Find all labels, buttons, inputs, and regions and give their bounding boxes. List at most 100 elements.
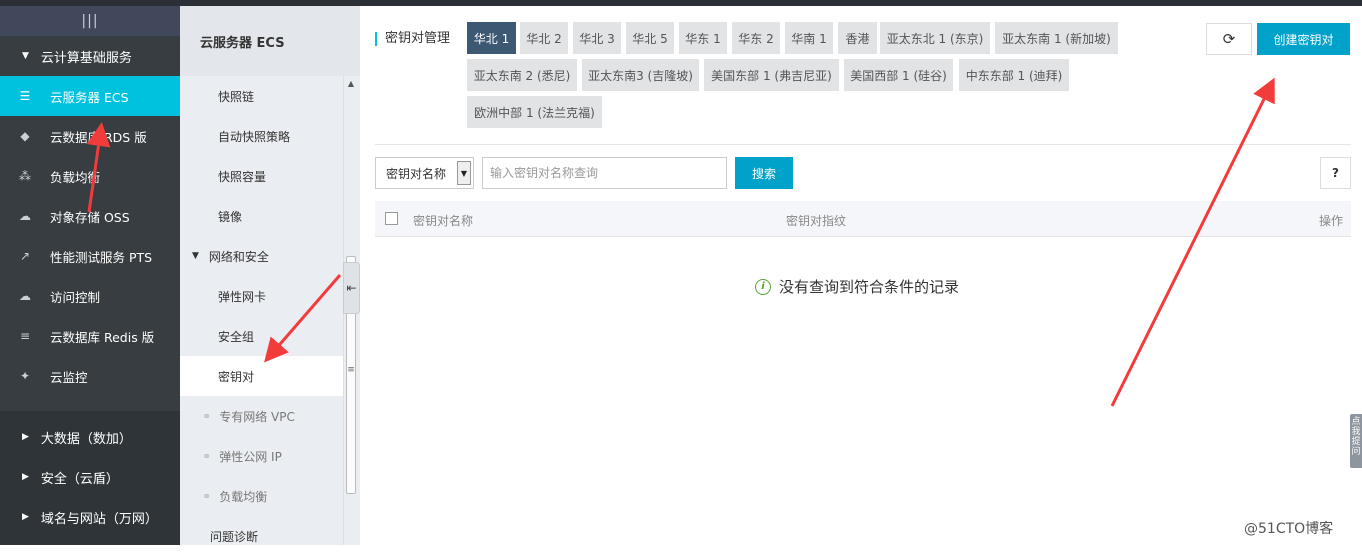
region-tab[interactable]: 华东 1	[679, 22, 727, 54]
sidebar-group-label: 大数据（数加）	[40, 431, 132, 447]
sidebar-item-label: 对象存储 OSS	[50, 209, 130, 225]
ecs-subnav: 云服务器 ECS 快照链 自动快照策略 快照容量 镜像 ▼ 网络和安全 弹性网卡…	[180, 6, 360, 545]
subnav-item-key-pair[interactable]: 密钥对	[180, 356, 344, 396]
feedback-tab[interactable]: 点我提问	[1350, 414, 1362, 468]
filter-field-select[interactable]: 密钥对名称 ▼	[375, 157, 474, 189]
subnav-item-security-group[interactable]: 安全组	[180, 316, 344, 356]
sidebar-group-label: 安全（云盾）	[40, 471, 119, 487]
subnav-item-snapshot-capacity[interactable]: 快照容量	[180, 156, 344, 196]
cloud-icon: ☁	[19, 289, 31, 303]
subnav-item-elastic-nic[interactable]: 弹性网卡	[180, 276, 344, 316]
sidebar-item-label: 云服务器 ECS	[50, 89, 129, 105]
caret-down-icon: ▼	[22, 51, 29, 61]
product-sidebar: ||| ▼ 云计算基础服务 ☰ 云服务器 ECS ◆ 云数据库 RDS 版 ⁂ …	[0, 6, 180, 545]
sidebar-item-rds[interactable]: ◆ 云数据库 RDS 版	[0, 116, 180, 156]
subnav-item-auto-snapshot-policy[interactable]: 自动快照策略	[180, 116, 344, 156]
search-input[interactable]	[482, 157, 727, 189]
link-icon: ⚭	[202, 489, 212, 503]
empty-state: i 没有查询到符合条件的记录	[755, 276, 959, 297]
region-tab[interactable]: 欧洲中部 1 (法兰克福)	[467, 96, 602, 128]
scroll-up-arrow-icon[interactable]: ▲	[344, 76, 358, 92]
region-tab[interactable]: 华北 1	[467, 22, 516, 54]
region-tab[interactable]: 亚太东南3 (吉隆坡)	[582, 59, 699, 91]
filter-select-value: 密钥对名称	[386, 166, 447, 181]
sidebar-item-ecs[interactable]: ☰ 云服务器 ECS	[0, 76, 180, 116]
sidebar-item-label: 云监控	[50, 369, 88, 385]
region-tab[interactable]: 华北 3	[573, 22, 621, 54]
subnav-section-label: 网络和安全	[208, 249, 269, 264]
cloud-upload-icon: ☁	[19, 209, 31, 223]
link-icon: ⚭	[202, 449, 212, 463]
subnav-title: 云服务器 ECS	[180, 6, 360, 76]
region-tab[interactable]: 亚太东南 2 (悉尼)	[467, 59, 577, 91]
column-header-fingerprint: 密钥对指纹	[786, 214, 847, 228]
chevron-down-icon[interactable]: ▼	[457, 161, 471, 185]
create-key-pair-button[interactable]: 创建密钥对	[1257, 23, 1350, 55]
collapse-left-icon: ⇤	[346, 281, 357, 295]
database-icon: ◆	[20, 129, 30, 143]
region-tab[interactable]: 华北 5	[626, 22, 674, 54]
stack-icon: ≡	[19, 329, 31, 343]
subnav-item-label: 弹性公网 IP	[219, 449, 282, 464]
sidebar-item-label: 访问控制	[50, 289, 101, 305]
subnav-section-network-security[interactable]: ▼ 网络和安全	[180, 236, 344, 276]
sidebar-item-pts[interactable]: ↗ 性能测试服务 PTS	[0, 236, 180, 276]
subnav-item-label: 专有网络 VPC	[219, 409, 295, 424]
sidebar-item-ram[interactable]: ☁ 访问控制	[0, 276, 180, 316]
sidebar-item-label: 性能测试服务 PTS	[50, 249, 153, 265]
subnav-item-vpc[interactable]: ⚭ 专有网络 VPC	[180, 396, 344, 436]
caret-right-icon: ▶	[22, 432, 29, 442]
region-tab[interactable]: 美国东部 1 (弗吉尼亚)	[704, 59, 839, 91]
region-tab[interactable]: 香港	[838, 22, 877, 54]
monitor-icon: ✦	[19, 369, 31, 383]
region-tab[interactable]: 亚太东南 1 (新加坡)	[995, 22, 1118, 54]
region-tab[interactable]: 亚太东北 1 (东京)	[880, 22, 990, 54]
sidebar-collapse-button[interactable]: |||	[0, 6, 180, 36]
subnav-list: 快照链 自动快照策略 快照容量 镜像 ▼ 网络和安全 弹性网卡 安全组 密钥对 …	[180, 76, 344, 556]
sidebar-item-label: 云数据库 RDS 版	[50, 129, 147, 145]
subnav-item-elastic-ip[interactable]: ⚭ 弹性公网 IP	[180, 436, 344, 476]
info-icon: i	[755, 278, 771, 295]
region-tab[interactable]: 华北 2	[520, 22, 568, 54]
load-balancer-icon: ⁂	[19, 169, 31, 183]
caret-right-icon: ▶	[22, 472, 29, 482]
sidebar-group-label: 域名与网站（万网）	[40, 511, 158, 527]
region-tab[interactable]: 华东 2	[732, 22, 780, 54]
sidebar-bottom-groups: ▶ 大数据（数加） ▶ 安全（云盾） ▶ 域名与网站（万网）	[0, 411, 180, 545]
sidebar-item-slb[interactable]: ⁂ 负载均衡	[0, 156, 180, 196]
subnav-item-image[interactable]: 镜像	[180, 196, 344, 236]
region-tab[interactable]: 中东东部 1 (迪拜)	[959, 59, 1069, 91]
sidebar-item-oss[interactable]: ☁ 对象存储 OSS	[0, 196, 180, 236]
divider	[375, 144, 1351, 145]
watermark: @51CTO博客	[1244, 521, 1334, 537]
subnav-collapse-toggle[interactable]: ⇤	[343, 262, 360, 314]
select-all-checkbox[interactable]	[385, 212, 398, 225]
region-tab[interactable]: 华南 1	[785, 22, 833, 54]
refresh-button[interactable]: ⟳	[1206, 23, 1252, 55]
server-icon: ☰	[19, 89, 31, 103]
grip-icon: ≡	[347, 365, 355, 375]
column-header-actions: 操作	[1318, 214, 1343, 228]
sidebar-group-cloud[interactable]: ▼ 云计算基础服务	[0, 36, 180, 76]
help-button[interactable]: ?	[1320, 157, 1351, 189]
caret-right-icon: ▶	[22, 512, 29, 522]
region-tab[interactable]: 美国西部 1 (硅谷)	[844, 59, 953, 91]
sidebar-group-bigdata[interactable]: ▶ 大数据（数加）	[0, 417, 180, 457]
chart-line-icon: ↗	[19, 249, 31, 263]
sidebar-item-cms[interactable]: ✦ 云监控	[0, 356, 180, 396]
sidebar-item-redis[interactable]: ≡ 云数据库 Redis 版	[0, 316, 180, 356]
subnav-item-snapshot-chain[interactable]: 快照链	[180, 76, 344, 116]
link-icon: ⚭	[202, 409, 212, 423]
subnav-item-diagnosis[interactable]: 问题诊断	[180, 516, 344, 556]
page-title: 密钥对管理	[375, 32, 450, 46]
subnav-item-slb[interactable]: ⚭ 负载均衡	[180, 476, 344, 516]
sidebar-item-label: 负载均衡	[50, 169, 101, 185]
column-header-name: 密钥对名称	[413, 214, 474, 228]
empty-message: 没有查询到符合条件的记录	[779, 278, 960, 296]
sidebar-group-domain[interactable]: ▶ 域名与网站（万网）	[0, 497, 180, 537]
caret-down-icon: ▼	[192, 251, 199, 261]
sidebar-group-security[interactable]: ▶ 安全（云盾）	[0, 457, 180, 497]
search-button[interactable]: 搜索	[735, 157, 793, 189]
table-header: 密钥对名称 密钥对指纹 操作	[375, 201, 1351, 237]
sidebar-item-label: 云数据库 Redis 版	[50, 329, 155, 345]
